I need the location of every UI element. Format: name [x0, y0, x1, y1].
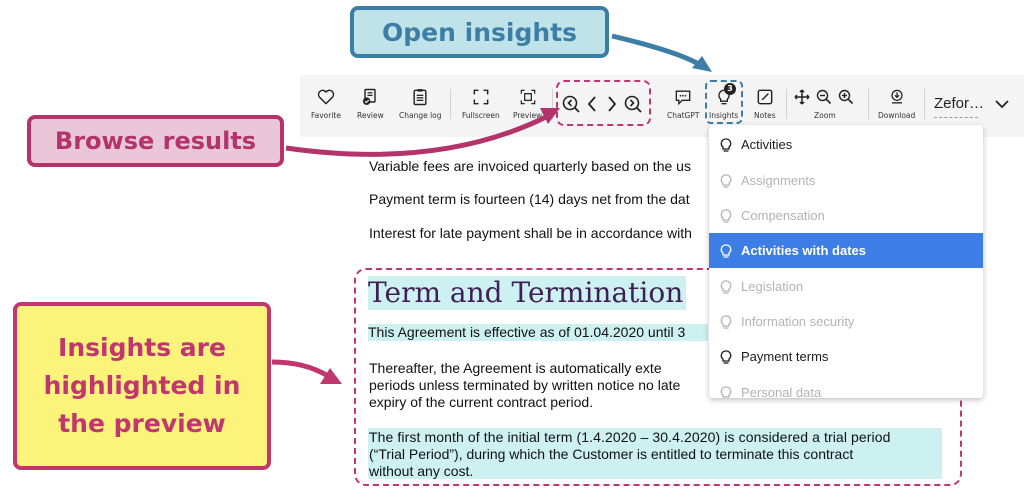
- arrow-to-insights: [611, 33, 704, 69]
- arrow-to-preview: [271, 359, 330, 379]
- open-insights-callout: Open insights: [350, 6, 609, 58]
- browse-results-callout: Browse results: [27, 115, 284, 167]
- insights-highlighted-callout: Insights are highlighted in the preview: [13, 302, 271, 470]
- arrow-to-browse: [285, 113, 550, 157]
